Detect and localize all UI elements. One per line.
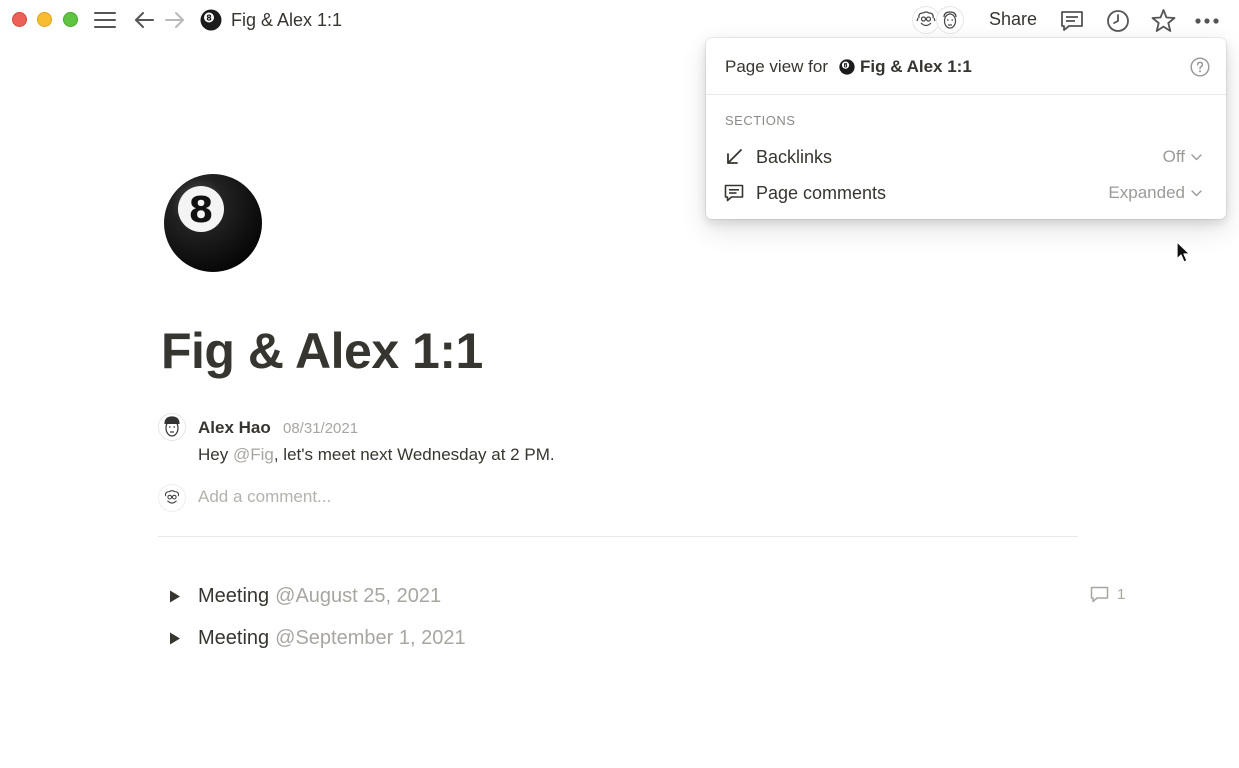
favorite-star-icon[interactable]	[1151, 8, 1176, 33]
sections-label: SECTIONS	[725, 113, 796, 128]
alex-avatar	[936, 6, 964, 34]
8-ball-icon: 8	[200, 9, 222, 31]
toggle-block[interactable]: Meeting @August 25, 2021 1	[166, 582, 1146, 610]
toggle-label: Meeting	[198, 626, 270, 649]
page-view-popup: Page view for 8 Fig & Alex 1:1 SECTIONS …	[706, 38, 1226, 219]
minimize-window-button[interactable]	[37, 12, 52, 27]
popup-title: Page view for 8 Fig & Alex 1:1	[725, 57, 972, 77]
8-ball-icon: 8	[839, 59, 855, 75]
sidebar-menu-icon[interactable]	[94, 10, 116, 30]
popup-page-title: Fig & Alex 1:1	[860, 57, 972, 76]
add-comment-input[interactable]: Add a comment...	[198, 487, 331, 507]
page-comments-value: Expanded	[1108, 183, 1185, 202]
comments-icon[interactable]	[1060, 9, 1084, 33]
svg-text:8: 8	[188, 190, 213, 231]
comment-icon	[723, 182, 745, 204]
comment-text: Hey @Fig, let's meet next Wednesday at 2…	[198, 445, 555, 465]
chevron-down-icon	[1191, 189, 1202, 196]
back-arrow-icon[interactable]	[133, 9, 155, 31]
comment-text-after: , let's meet next Wednesday at 2 PM.	[273, 445, 555, 464]
comment-date: 08/31/2021	[283, 420, 359, 437]
comment-author[interactable]: Alex Hao	[198, 418, 271, 438]
comment-count-badge[interactable]: 1	[1090, 586, 1125, 603]
alex-avatar	[158, 413, 186, 441]
date-mention[interactable]: @August 25, 2021	[275, 585, 441, 608]
backlinks-label: Backlinks	[756, 147, 833, 167]
chevron-down-icon	[1191, 153, 1202, 160]
toggle-block[interactable]: Meeting @September 1, 2021	[166, 624, 1146, 652]
backlinks-row[interactable]: Backlinks Off	[706, 142, 1226, 172]
page-comments-label: Page comments	[756, 183, 887, 203]
popup-page-name: 8 Fig & Alex 1:1	[839, 57, 972, 77]
close-window-button[interactable]	[12, 12, 27, 27]
zoom-window-button[interactable]	[63, 12, 78, 27]
divider	[158, 536, 1078, 537]
more-options-icon[interactable]	[1194, 9, 1220, 33]
popup-header: Page view for 8 Fig & Alex 1:1	[706, 38, 1226, 95]
toggle-triangle-icon[interactable]	[166, 587, 184, 605]
8-ball-icon[interactable]: 8	[163, 173, 263, 273]
title-bar: 8 Fig & Alex 1:1 Share	[0, 0, 1239, 40]
page-title[interactable]: Fig & Alex 1:1	[161, 322, 483, 380]
backlinks-arrow-icon	[723, 146, 745, 168]
page-comments-row[interactable]: Page comments Expanded	[706, 178, 1226, 208]
popup-title-prefix: Page view for	[725, 57, 828, 76]
comment-text-before: Hey	[198, 445, 233, 464]
backlinks-select[interactable]: Off	[1163, 147, 1202, 167]
svg-text:8: 8	[206, 14, 212, 23]
breadcrumb-title: Fig & Alex 1:1	[231, 9, 343, 30]
toggle-triangle-icon[interactable]	[166, 629, 184, 647]
forward-arrow-icon[interactable]	[164, 9, 186, 31]
updates-clock-icon[interactable]	[1106, 9, 1130, 33]
page-comments-select[interactable]: Expanded	[1108, 183, 1202, 203]
toggle-label: Meeting	[198, 584, 270, 607]
mouse-cursor-icon	[1176, 241, 1191, 263]
help-icon[interactable]	[1190, 57, 1210, 77]
date-mention[interactable]: @September 1, 2021	[275, 627, 465, 650]
share-button[interactable]: Share	[989, 9, 1037, 30]
svg-text:8: 8	[844, 63, 848, 69]
comment-count: 1	[1117, 586, 1126, 603]
breadcrumb[interactable]: 8 Fig & Alex 1:1	[200, 8, 342, 32]
collaborator-avatars[interactable]	[912, 6, 966, 34]
fig-avatar	[158, 484, 186, 512]
user-mention[interactable]: @Fig	[233, 445, 274, 464]
comment-icon	[1090, 586, 1109, 603]
backlinks-value: Off	[1162, 147, 1185, 166]
